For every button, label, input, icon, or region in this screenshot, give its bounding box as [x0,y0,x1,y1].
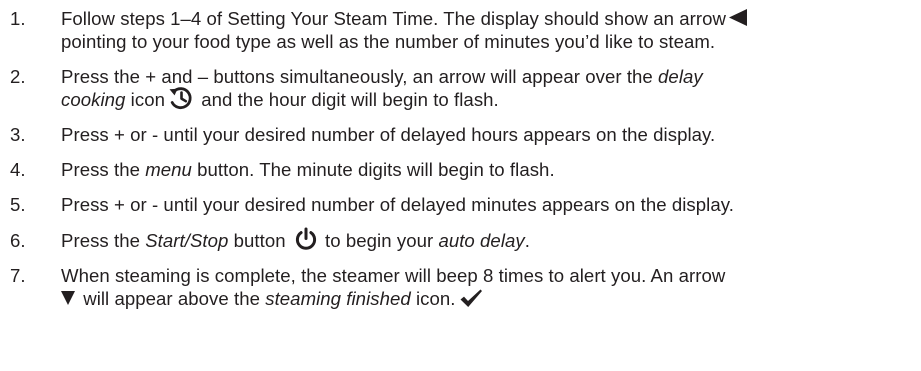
step-text-segment: Press + or - until your desired number o… [61,124,716,145]
step-text-segment: will appear above the [78,288,266,309]
step-text-segment: and the hour digit will begin to flash. [195,89,499,110]
step-text: Press + or - until your desired number o… [61,193,921,216]
step-text-segment: icon [125,89,165,110]
step-text-italic: menu [145,159,192,180]
step-text: When steaming is complete, the steamer w… [61,264,921,310]
step-text: Press the menu button. The minute digits… [61,158,921,181]
step-text-italic: steaming finished [265,288,411,309]
step-line: Follow steps 1–4 of Setting Your Steam T… [61,7,921,30]
step-text: Press the + and – buttons simultaneously… [61,65,921,111]
step-number: 4. [10,159,26,180]
step-text-segment: button. The minute digits will begin to … [191,159,555,180]
step-text-italic: cooking [61,89,126,110]
step-line: pointing to your food type as well as th… [61,30,921,53]
step-number: 3. [10,124,26,145]
step-text-segment: Press the [61,230,146,251]
step-number: 2. [10,66,26,87]
step-line: cooking icon and the hour digit will beg… [61,86,921,111]
step-line: Press + or - until your desired number o… [61,193,921,216]
step-text-segment: . [524,230,530,251]
down-pointing-triangle-icon [61,291,75,306]
step-text-segment: Press the + and – buttons simultaneously… [61,66,659,87]
step-text-segment: pointing to your food type as well as th… [61,31,716,52]
step-number: 6. [10,230,26,251]
step-number: 7. [10,265,26,286]
step-line: Press + or - until your desired number o… [61,123,921,146]
step-line: Press the menu button. The minute digits… [61,158,921,181]
step-number: 1. [10,8,26,29]
step-text-segment: Press + or - until your desired number o… [61,194,734,215]
step-line: Press the + and – buttons simultaneously… [61,65,921,88]
step-text-segment: When steaming is complete, the steamer w… [61,265,726,286]
step-text: Press the Start/Stop button to begin you… [61,227,921,252]
step-text: Press + or - until your desired number o… [61,123,921,146]
step-text-italic: Start/Stop [145,230,229,251]
step-line: When steaming is complete, the steamer w… [61,264,921,287]
step-text-segment: to begin your [319,230,439,251]
step-text-italic: auto delay [438,230,525,251]
step-text-segment: button [228,230,291,251]
step-text-segment: Press the [61,159,146,180]
delay-cooking-clock-icon [168,86,194,110]
power-icon [294,227,318,251]
checkmark-icon [459,288,483,308]
left-pointing-triangle-icon [728,8,747,26]
step-text: Follow steps 1–4 of Setting Your Steam T… [61,7,921,53]
step-line: Press the Start/Stop button to begin you… [61,227,921,252]
step-line: will appear above the steaming finished … [61,287,921,310]
step-text-segment: icon. [410,288,456,309]
step-text-italic: delay [658,66,703,87]
step-number: 5. [10,194,26,215]
step-text-segment: Follow steps 1–4 of Setting Your Steam T… [61,8,726,29]
